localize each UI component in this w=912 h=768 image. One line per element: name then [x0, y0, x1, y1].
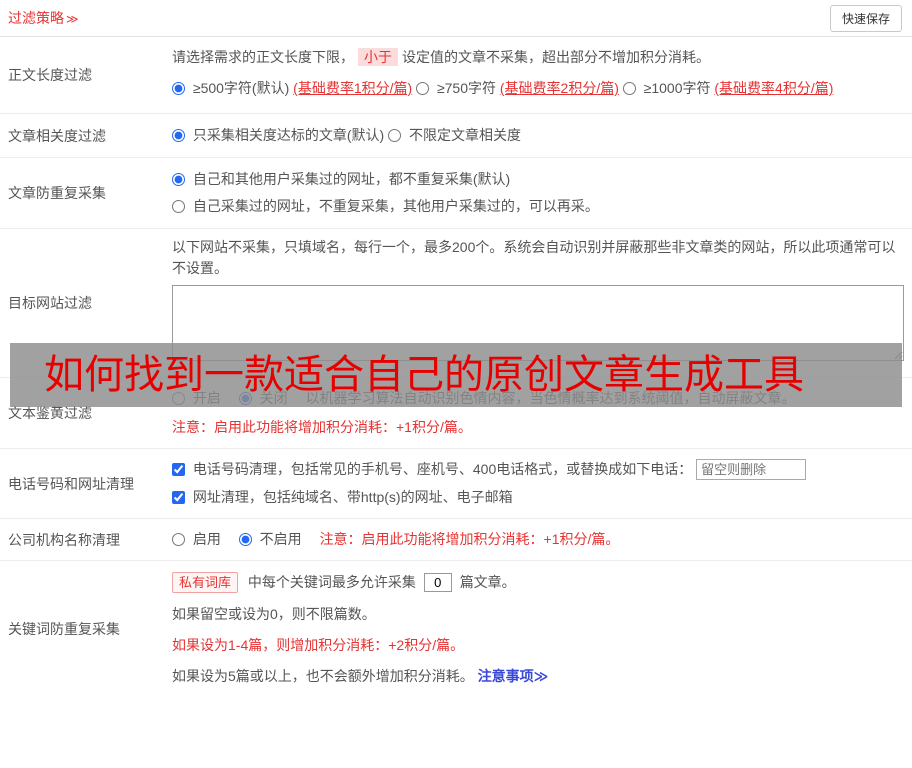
- quick-save-button[interactable]: 快速保存: [829, 4, 902, 32]
- expand-chevron-icon: ≫: [66, 12, 79, 26]
- row-label: 文章相关度过滤: [8, 127, 106, 144]
- checkbox-phone-cleanup[interactable]: [172, 463, 185, 476]
- row-label: 公司机构名称清理: [8, 531, 120, 548]
- row-company-name-cleanup: 公司机构名称清理 启用 不启用 注意：启用此功能将增加积分消耗：+1积分/篇。: [0, 519, 912, 561]
- keyword-note-unlimited: 如果留空或设为0，则不限篇数。: [172, 606, 376, 622]
- watermark-text: 如何找到一款适合自己的原创文章生成工具: [44, 352, 804, 398]
- target-site-description: 以下网站不采集，只填域名，每行一个，最多200个。系统会自动识别并屏蔽那些非文章…: [172, 239, 896, 276]
- option-relevance-any[interactable]: 不限定文章相关度: [388, 127, 521, 143]
- max-articles-input[interactable]: [423, 573, 452, 592]
- option-dedup-global[interactable]: 自己和其他用户采集过的网址，都不重复采集(默认): [172, 171, 510, 187]
- option-dedup-self[interactable]: 自己采集过的网址，不重复采集，其他用户采集过的，可以再采。: [172, 198, 599, 214]
- radio-length-1000[interactable]: [622, 82, 636, 95]
- filter-strategy-title[interactable]: 过滤策略 ≫: [8, 8, 79, 28]
- radio-dedup-self[interactable]: [172, 200, 185, 213]
- radio-company-off[interactable]: [238, 533, 252, 546]
- notes-link[interactable]: 注意事项≫: [478, 668, 549, 684]
- radio-relevance-any[interactable]: [388, 129, 402, 142]
- page-header: 过滤策略 ≫ 快速保存: [0, 0, 912, 37]
- option-length-1000[interactable]: ≥1000字符 (基础费率4积分/篇): [622, 80, 834, 96]
- row-label: 文章防重复采集: [8, 185, 106, 201]
- radio-length-500[interactable]: [172, 82, 185, 95]
- length-intro: 请选择需求的正文长度下限， 小于 设定值的文章不采集，超出部分不增加积分消耗。: [172, 48, 710, 66]
- row-phone-url-cleanup: 电话号码和网址清理 电话号码清理，包括常见的手机号、座机号、400电话格式，或替…: [0, 449, 912, 519]
- radio-relevance-strict[interactable]: [172, 129, 185, 142]
- row-label: 关键词防重复采集: [8, 621, 120, 637]
- replacement-phone-input[interactable]: [696, 459, 807, 480]
- watermark-overlay: 如何找到一款适合自己的原创文章生成工具: [10, 343, 902, 407]
- row-keyword-dedup: 关键词防重复采集 私有词库 中每个关键词最多允许采集 篇文章。 如果留空或设为0…: [0, 561, 912, 697]
- option-company-off[interactable]: 不启用: [238, 531, 306, 547]
- less-than-highlight: 小于: [358, 48, 398, 66]
- row-body-length-filter: 正文长度过滤 请选择需求的正文长度下限， 小于 设定值的文章不采集，超出部分不增加积…: [0, 37, 912, 114]
- fee-note: (基础费率4积分/篇): [714, 80, 834, 96]
- row-label: 电话号码和网址清理: [8, 475, 134, 492]
- option-phone-cleanup[interactable]: 电话号码清理，包括常见的手机号、座机号、400电话格式，或替换成如下电话：: [172, 461, 696, 477]
- fee-note: (基础费率2积分/篇): [499, 80, 619, 96]
- option-length-500[interactable]: ≥500字符(默认) (基础费率1积分/篇): [172, 80, 416, 96]
- company-cleanup-warning: 注意：启用此功能将增加积分消耗：+1积分/篇。: [319, 531, 620, 547]
- keyword-note-cost: 如果设为1-4篇，则增加积分消耗：+2积分/篇。: [172, 637, 465, 653]
- keyword-note-free: 如果设为5篇或以上，也不会额外增加积分消耗。: [172, 668, 474, 684]
- fee-note: (基础费率1积分/篇): [293, 80, 413, 96]
- radio-length-750[interactable]: [416, 82, 430, 95]
- checkbox-url-cleanup[interactable]: [172, 491, 185, 504]
- radio-company-on[interactable]: [172, 533, 185, 546]
- row-label: 正文长度过滤: [8, 67, 92, 83]
- option-length-750[interactable]: ≥750字符 (基础费率2积分/篇): [416, 80, 623, 96]
- radio-dedup-global[interactable]: [172, 173, 185, 186]
- row-relevance-filter: 文章相关度过滤 只采集相关度达标的文章(默认) 不限定文章相关度: [0, 114, 912, 158]
- option-url-cleanup[interactable]: 网址清理，包括纯域名、带http(s)的网址、电子邮箱: [172, 489, 513, 505]
- row-dedup-collection: 文章防重复采集 自己和其他用户采集过的网址，都不重复采集(默认) 自己采集过的网…: [0, 158, 912, 229]
- private-lexicon-badge: 私有词库: [172, 572, 239, 593]
- option-company-on[interactable]: 启用: [172, 531, 225, 547]
- option-relevance-strict[interactable]: 只采集相关度达标的文章(默认): [172, 127, 388, 143]
- page-title: 过滤策略: [8, 10, 64, 26]
- porn-filter-warning: 注意：启用此功能将增加积分消耗：+1积分/篇。: [172, 419, 472, 435]
